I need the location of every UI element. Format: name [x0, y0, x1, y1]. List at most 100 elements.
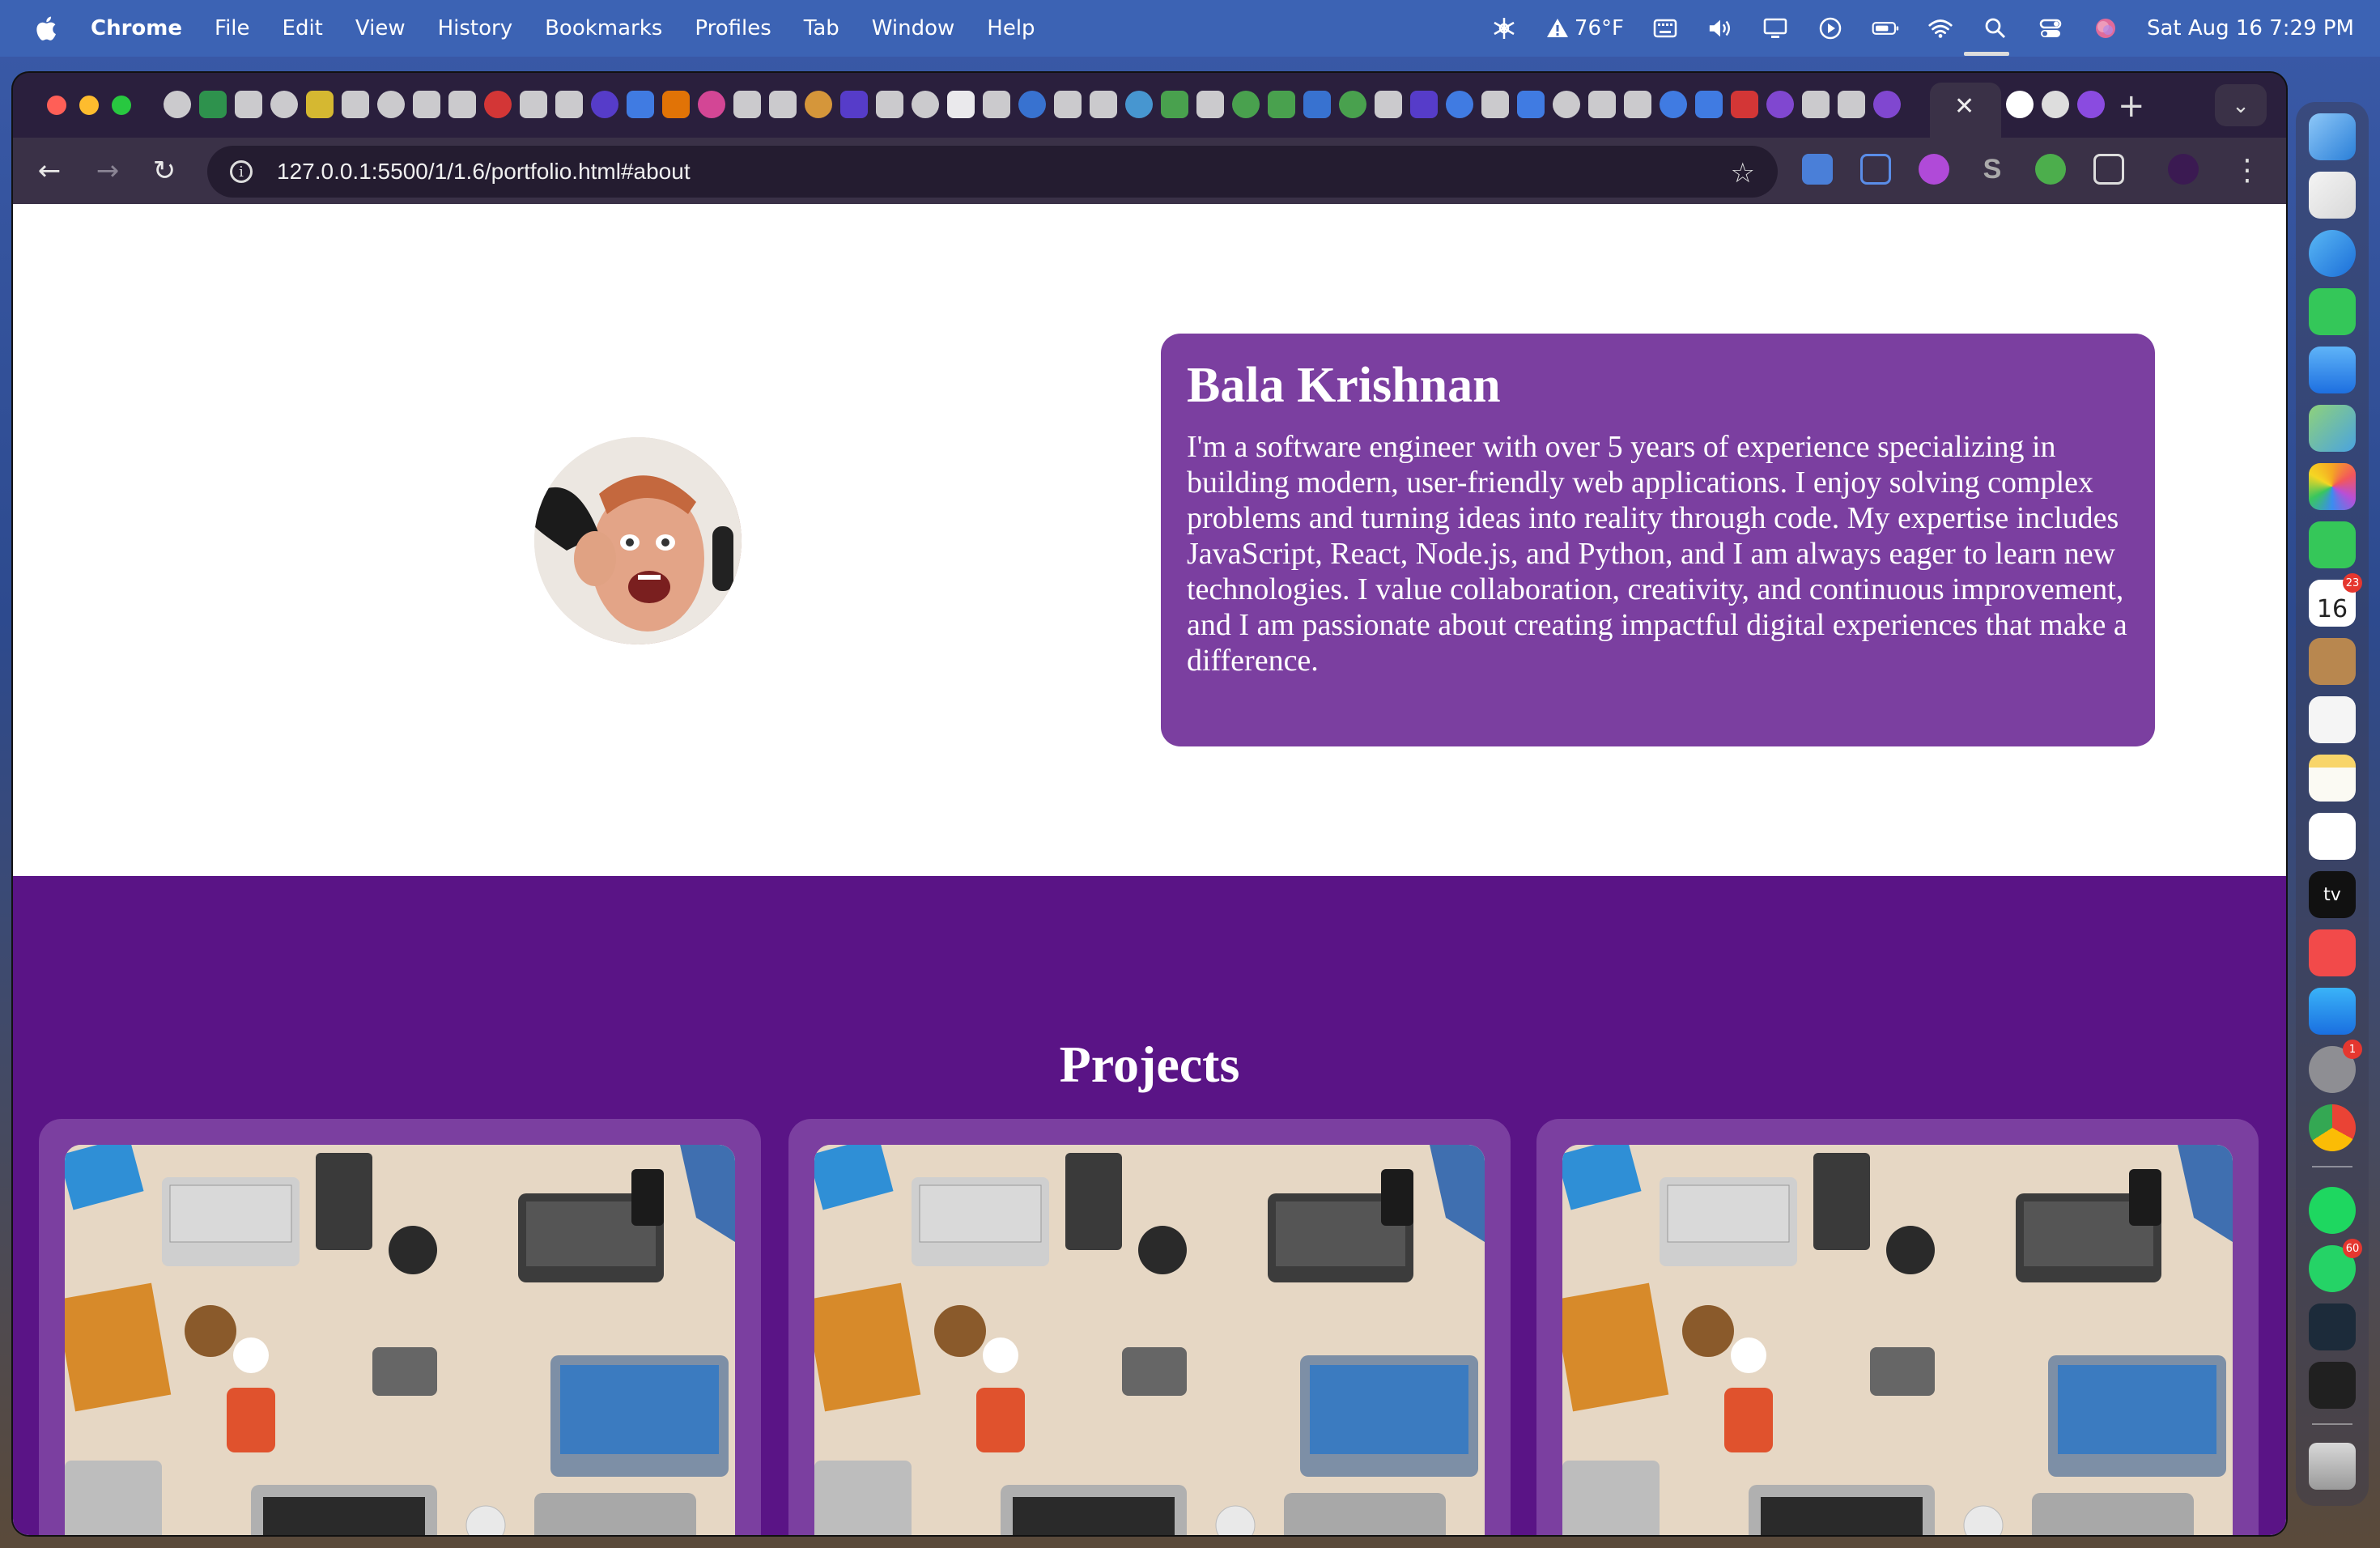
- weather-widget[interactable]: 76°F: [1545, 16, 1624, 40]
- translate-extension-icon[interactable]: [1802, 154, 1833, 185]
- tab-favicon-icon[interactable]: [448, 91, 476, 118]
- contacts-icon[interactable]: [2309, 638, 2356, 685]
- forward-button[interactable]: →: [89, 152, 126, 189]
- control-center-icon[interactable]: [2037, 16, 2064, 40]
- tab-favicon-icon[interactable]: [2006, 91, 2034, 118]
- project-card[interactable]: [1536, 1119, 2259, 1535]
- grid-extension-icon[interactable]: [1860, 154, 1891, 185]
- tab-favicon-icon[interactable]: [235, 91, 262, 118]
- tab-favicon-icon[interactable]: [199, 91, 227, 118]
- finder-icon[interactable]: [2309, 113, 2356, 160]
- tab-favicon-icon[interactable]: [1303, 91, 1331, 118]
- tab-favicon-icon[interactable]: [1232, 91, 1260, 118]
- maps-icon[interactable]: [2309, 405, 2356, 452]
- wifi-icon[interactable]: [1927, 16, 1954, 40]
- menu-edit[interactable]: Edit: [283, 16, 323, 40]
- perplexity-icon[interactable]: [2309, 1303, 2356, 1350]
- play-icon[interactable]: [1817, 16, 1844, 40]
- reminders-icon[interactable]: [2309, 696, 2356, 743]
- search-icon[interactable]: [1982, 16, 2009, 40]
- trash-icon[interactable]: [2309, 1443, 2356, 1490]
- tab-favicon-icon[interactable]: [591, 91, 618, 118]
- menu-tab[interactable]: Tab: [804, 16, 839, 40]
- chrome-icon[interactable]: [2309, 1104, 2356, 1151]
- tab-favicon-icon[interactable]: [769, 91, 797, 118]
- photos-icon[interactable]: [2309, 463, 2356, 510]
- battery-icon[interactable]: [1872, 16, 1899, 40]
- menu-help[interactable]: Help: [987, 16, 1035, 40]
- spotify-icon[interactable]: [2309, 1187, 2356, 1234]
- tab-favicon-icon[interactable]: [2042, 91, 2069, 118]
- volume-icon[interactable]: [1706, 16, 1734, 40]
- tab-favicon-icon[interactable]: [1054, 91, 1082, 118]
- window-close-button[interactable]: [47, 96, 66, 115]
- apple-icon[interactable]: [32, 15, 58, 42]
- tab-favicon-icon[interactable]: [1588, 91, 1616, 118]
- tab-favicon-icon[interactable]: [662, 91, 690, 118]
- project-card[interactable]: [788, 1119, 1511, 1535]
- url-text[interactable]: 127.0.0.1:5500/1/1.6/portfolio.html#abou…: [277, 159, 691, 185]
- tab-favicon-icon[interactable]: [1268, 91, 1295, 118]
- tab-favicon-icon[interactable]: [733, 91, 761, 118]
- tab-favicon-icon[interactable]: [947, 91, 975, 118]
- tab-favicon-icon[interactable]: [1517, 91, 1545, 118]
- tab-favicon-icon[interactable]: [164, 91, 191, 118]
- messages-icon[interactable]: [2309, 288, 2356, 335]
- tab-favicon-icon[interactable]: [520, 91, 547, 118]
- safari-icon[interactable]: [2309, 230, 2356, 277]
- snowflake-icon[interactable]: [1490, 16, 1518, 40]
- tab-favicon-icon[interactable]: [1624, 91, 1651, 118]
- tab-favicon-icon[interactable]: [1660, 91, 1687, 118]
- tab-favicon-icon[interactable]: [484, 91, 512, 118]
- menu-history[interactable]: History: [438, 16, 513, 40]
- tab-favicon-icon[interactable]: [1446, 91, 1473, 118]
- tab-favicon-icon[interactable]: [912, 91, 939, 118]
- tab-favicon-icon[interactable]: [1766, 91, 1794, 118]
- launchpad-icon[interactable]: [2309, 172, 2356, 219]
- tab-favicon-icon[interactable]: [1125, 91, 1153, 118]
- puzzle-extensions-icon[interactable]: [2093, 154, 2124, 185]
- tab-favicon-icon[interactable]: [1838, 91, 1865, 118]
- tab-favicon-icon[interactable]: [1873, 91, 1901, 118]
- tab-favicon-icon[interactable]: [1731, 91, 1758, 118]
- new-tab-button[interactable]: +: [2118, 87, 2145, 125]
- tab-favicon-icon[interactable]: [627, 91, 654, 118]
- tab-favicon-icon[interactable]: [1553, 91, 1580, 118]
- window-minimize-button[interactable]: [79, 96, 99, 115]
- back-button[interactable]: ←: [31, 152, 68, 189]
- menu-window[interactable]: Window: [872, 16, 955, 40]
- window-zoom-button[interactable]: [112, 96, 131, 115]
- tab-favicon-icon[interactable]: [413, 91, 440, 118]
- tab-favicon-icon[interactable]: [840, 91, 868, 118]
- menubar-clock[interactable]: Sat Aug 16 7:29 PM: [2147, 16, 2354, 40]
- tab-close-icon[interactable]: ✕: [1954, 92, 1974, 121]
- tab-favicon-icon[interactable]: [1339, 91, 1366, 118]
- tab-favicon-icon[interactable]: [1410, 91, 1438, 118]
- menu-view[interactable]: View: [355, 16, 406, 40]
- apple-tv-icon[interactable]: tv: [2309, 871, 2356, 918]
- tab-favicon-icon[interactable]: [1802, 91, 1830, 118]
- project-card[interactable]: [39, 1119, 761, 1535]
- siri-icon[interactable]: [2092, 16, 2119, 40]
- menu-profiles[interactable]: Profiles: [695, 16, 771, 40]
- reload-button[interactable]: ↻: [146, 152, 183, 189]
- tab-favicon-icon[interactable]: [2077, 91, 2105, 118]
- freeform-icon[interactable]: [2309, 813, 2356, 860]
- tab-favicon-icon[interactable]: [1375, 91, 1402, 118]
- tab-favicon-icon[interactable]: [1161, 91, 1188, 118]
- menu-file[interactable]: File: [215, 16, 250, 40]
- menu-app-name[interactable]: Chrome: [91, 16, 182, 40]
- tab-favicon-icon[interactable]: [983, 91, 1010, 118]
- bookmark-star-icon[interactable]: ☆: [1731, 157, 1755, 189]
- s-extension-icon[interactable]: S: [1977, 154, 2008, 185]
- tab-favicon-icon[interactable]: [1695, 91, 1723, 118]
- tab-favicon-icon[interactable]: [377, 91, 405, 118]
- tab-favicon-icon[interactable]: [555, 91, 583, 118]
- tab-search-button[interactable]: ⌄: [2215, 84, 2267, 126]
- tab-favicon-icon[interactable]: [306, 91, 334, 118]
- tab-favicon-icon[interactable]: [1196, 91, 1224, 118]
- cube-app-icon[interactable]: [2309, 1362, 2356, 1409]
- lr-extension-icon[interactable]: [1919, 154, 1949, 185]
- address-bar[interactable]: i 127.0.0.1:5500/1/1.6/portfolio.html#ab…: [207, 146, 1778, 198]
- chrome-menu-icon[interactable]: ⋮: [2233, 154, 2262, 187]
